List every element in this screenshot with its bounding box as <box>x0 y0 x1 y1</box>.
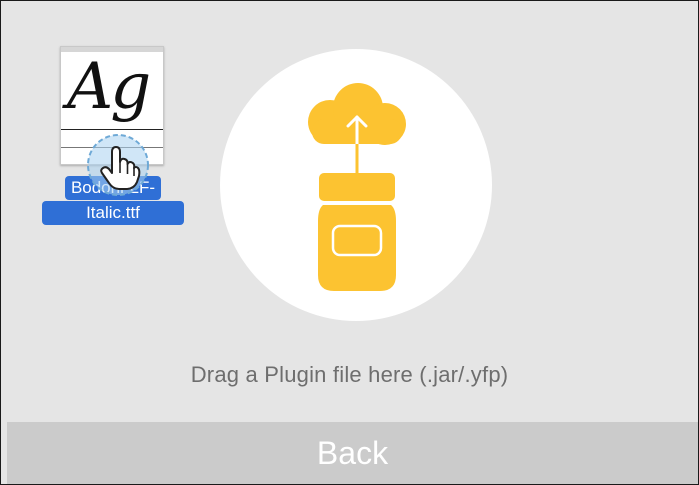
drop-instruction: Drag a Plugin file here (.jar/.yfp) <box>190 362 509 387</box>
file-name-line-2: Italic.ttf <box>80 201 146 225</box>
upload-illustration <box>220 49 492 321</box>
jar-cloud-upload-icon <box>308 83 406 291</box>
back-button[interactable]: Back <box>7 422 698 484</box>
hand-cursor-icon <box>87 134 149 196</box>
baseline-rule <box>61 129 163 130</box>
plugin-upload-panel: Drag a Plugin file here (.jar/.yfp) Back… <box>0 0 699 485</box>
font-sample-glyph: Ag <box>67 50 151 124</box>
